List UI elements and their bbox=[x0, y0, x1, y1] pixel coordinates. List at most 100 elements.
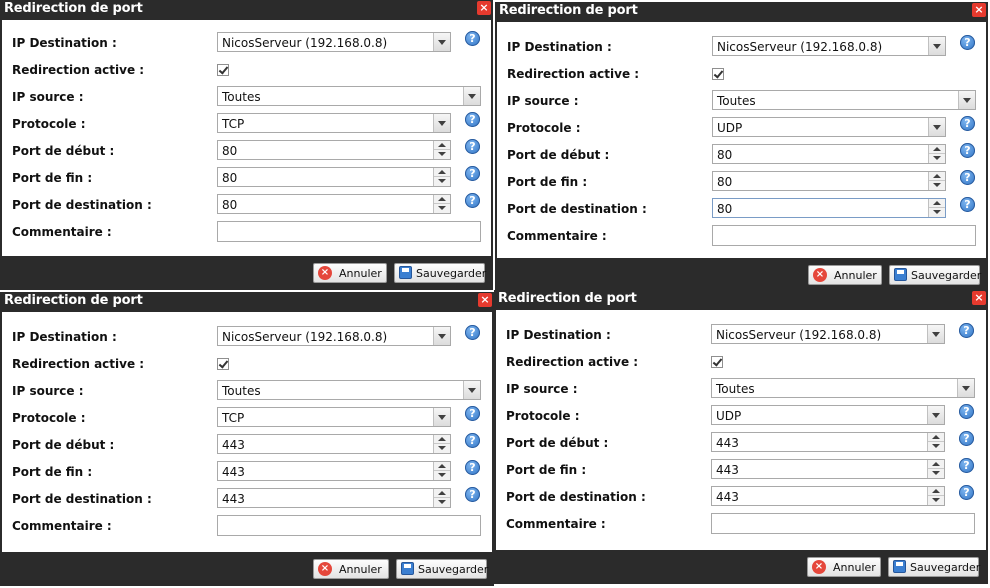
close-icon[interactable]: × bbox=[477, 1, 491, 15]
spinner-icon[interactable] bbox=[433, 195, 450, 213]
commentaire-input[interactable] bbox=[217, 515, 481, 536]
label-protocole: Protocole : bbox=[12, 411, 86, 425]
chevron-down-icon[interactable] bbox=[957, 379, 974, 397]
chevron-down-icon[interactable] bbox=[463, 381, 480, 399]
port-fin-stepper[interactable]: 80 bbox=[217, 167, 451, 187]
help-icon[interactable]: ? bbox=[959, 431, 974, 446]
save-button[interactable]: Sauvegarder bbox=[394, 263, 486, 283]
close-icon[interactable]: × bbox=[972, 3, 986, 17]
commentaire-input[interactable] bbox=[711, 513, 975, 534]
cancel-button[interactable]: × Annuler bbox=[808, 265, 882, 285]
spinner-icon[interactable] bbox=[927, 487, 944, 505]
port-debut-stepper[interactable]: 80 bbox=[217, 140, 451, 160]
save-button[interactable]: Sauvegarder bbox=[888, 557, 980, 577]
port-debut-stepper[interactable]: 443 bbox=[217, 434, 451, 454]
spinner-icon[interactable] bbox=[433, 462, 450, 480]
label-port-debut: Port de début : bbox=[506, 436, 609, 450]
spinner-icon[interactable] bbox=[433, 489, 450, 507]
ip-source-select[interactable]: Toutes bbox=[712, 90, 976, 110]
port-destination-stepper[interactable]: 443 bbox=[217, 488, 451, 508]
help-icon[interactable]: ? bbox=[960, 35, 975, 50]
chevron-down-icon[interactable] bbox=[433, 33, 450, 51]
close-icon[interactable]: × bbox=[972, 291, 986, 305]
help-icon[interactable]: ? bbox=[960, 197, 975, 212]
port-destination-stepper[interactable]: 80 bbox=[712, 198, 946, 218]
chevron-down-icon[interactable] bbox=[958, 91, 975, 109]
label-commentaire: Commentaire : bbox=[507, 229, 607, 243]
label-protocole: Protocole : bbox=[506, 409, 580, 423]
help-icon[interactable]: ? bbox=[465, 460, 480, 475]
label-port-destination: Port de destination : bbox=[12, 492, 152, 506]
help-icon[interactable]: ? bbox=[959, 323, 974, 338]
cancel-button[interactable]: × Annuler bbox=[313, 559, 389, 579]
help-icon[interactable]: ? bbox=[465, 31, 480, 46]
chevron-down-icon[interactable] bbox=[928, 37, 945, 55]
chevron-down-icon[interactable] bbox=[433, 327, 450, 345]
chevron-down-icon[interactable] bbox=[927, 325, 944, 343]
port-destination-stepper[interactable]: 443 bbox=[711, 486, 945, 506]
chevron-down-icon[interactable] bbox=[927, 406, 944, 424]
port-fin-stepper[interactable]: 443 bbox=[711, 459, 945, 479]
ip-source-select[interactable]: Toutes bbox=[217, 86, 481, 106]
help-icon[interactable]: ? bbox=[465, 325, 480, 340]
ip-source-select[interactable]: Toutes bbox=[711, 378, 975, 398]
spinner-icon[interactable] bbox=[927, 460, 944, 478]
label-redirection-active: Redirection active : bbox=[506, 355, 639, 369]
chevron-down-icon[interactable] bbox=[463, 87, 480, 105]
protocole-select[interactable]: UDP bbox=[711, 405, 945, 425]
save-button[interactable]: Sauvegarder bbox=[889, 265, 981, 285]
save-icon bbox=[401, 562, 414, 575]
ip-source-select[interactable]: Toutes bbox=[217, 380, 481, 400]
save-button[interactable]: Sauvegarder bbox=[396, 559, 488, 579]
help-icon[interactable]: ? bbox=[960, 143, 975, 158]
help-icon[interactable]: ? bbox=[465, 406, 480, 421]
help-icon[interactable]: ? bbox=[465, 139, 480, 154]
spinner-icon[interactable] bbox=[927, 433, 944, 451]
redirection-active-checkbox[interactable] bbox=[712, 68, 724, 80]
port-fin-stepper[interactable]: 443 bbox=[217, 461, 451, 481]
help-icon[interactable]: ? bbox=[465, 112, 480, 127]
help-icon[interactable]: ? bbox=[959, 485, 974, 500]
cancel-button[interactable]: × Annuler bbox=[807, 557, 881, 577]
help-icon[interactable]: ? bbox=[465, 487, 480, 502]
port-destination-stepper[interactable]: 80 bbox=[217, 194, 451, 214]
dialog-title: Redirection de port bbox=[498, 291, 637, 306]
port-fin-stepper[interactable]: 80 bbox=[712, 171, 946, 191]
redirection-active-checkbox[interactable] bbox=[217, 64, 229, 76]
ip-destination-select[interactable]: NicosServeur (192.168.0.8) bbox=[217, 326, 451, 346]
chevron-down-icon[interactable] bbox=[928, 118, 945, 136]
cancel-button[interactable]: × Annuler bbox=[313, 263, 387, 283]
redirection-active-checkbox[interactable] bbox=[217, 358, 229, 370]
protocole-select[interactable]: TCP bbox=[217, 407, 451, 427]
protocole-select[interactable]: UDP bbox=[712, 117, 946, 137]
help-icon[interactable]: ? bbox=[959, 458, 974, 473]
spinner-icon[interactable] bbox=[433, 435, 450, 453]
port-debut-stepper[interactable]: 443 bbox=[711, 432, 945, 452]
help-icon[interactable]: ? bbox=[960, 170, 975, 185]
spinner-icon[interactable] bbox=[928, 145, 945, 163]
ip-destination-select[interactable]: NicosServeur (192.168.0.8) bbox=[711, 324, 945, 344]
label-ip-destination: IP Destination : bbox=[506, 328, 611, 342]
redirection-active-checkbox[interactable] bbox=[711, 356, 723, 368]
help-icon[interactable]: ? bbox=[465, 193, 480, 208]
commentaire-input[interactable] bbox=[217, 221, 481, 242]
chevron-down-icon[interactable] bbox=[433, 408, 450, 426]
close-icon[interactable]: × bbox=[478, 293, 492, 307]
spinner-icon[interactable] bbox=[928, 172, 945, 190]
cancel-icon: × bbox=[318, 562, 332, 576]
spinner-icon[interactable] bbox=[433, 168, 450, 186]
dialog-body: IP Destination : NicosServeur (192.168.0… bbox=[496, 310, 986, 550]
help-icon[interactable]: ? bbox=[465, 433, 480, 448]
spinner-icon[interactable] bbox=[928, 199, 945, 217]
label-ip-source: IP source : bbox=[12, 384, 84, 398]
ip-destination-select[interactable]: NicosServeur (192.168.0.8) bbox=[217, 32, 451, 52]
port-debut-stepper[interactable]: 80 bbox=[712, 144, 946, 164]
commentaire-input[interactable] bbox=[712, 225, 976, 246]
spinner-icon[interactable] bbox=[433, 141, 450, 159]
help-icon[interactable]: ? bbox=[959, 404, 974, 419]
help-icon[interactable]: ? bbox=[960, 116, 975, 131]
help-icon[interactable]: ? bbox=[465, 166, 480, 181]
ip-destination-select[interactable]: NicosServeur (192.168.0.8) bbox=[712, 36, 946, 56]
chevron-down-icon[interactable] bbox=[433, 114, 450, 132]
protocole-select[interactable]: TCP bbox=[217, 113, 451, 133]
